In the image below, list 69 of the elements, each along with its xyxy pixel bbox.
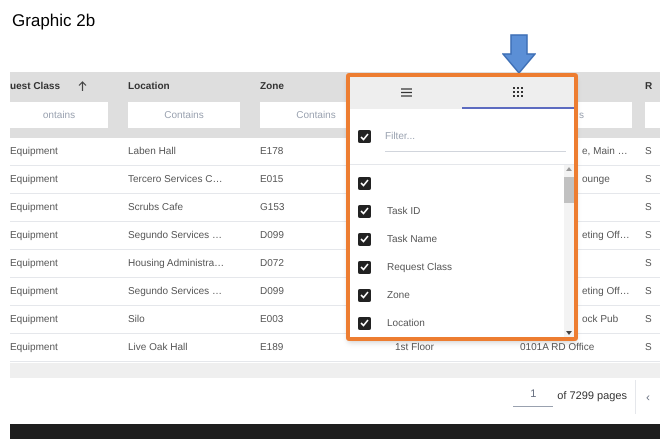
table-cell: ock Pub: [582, 314, 618, 325]
checkbox[interactable]: [358, 130, 371, 143]
table-cell: D072: [260, 258, 284, 269]
table-cell: E189: [260, 342, 284, 353]
column-header[interactable]: R: [645, 78, 652, 94]
table-cell: 0101A RD Office: [520, 342, 594, 353]
column-header[interactable]: Location: [128, 78, 170, 94]
scrollbar-thumb[interactable]: [564, 177, 574, 203]
table-cell: Segundo Services …: [128, 286, 222, 297]
table-cell: G153: [260, 202, 284, 213]
table-cell: S: [645, 146, 652, 157]
table-cell: Equipment: [10, 230, 58, 241]
vertical-scrollbar[interactable]: [564, 165, 574, 337]
checkbox[interactable]: [358, 232, 371, 246]
filter-input[interactable]: [645, 102, 660, 128]
checkbox[interactable]: [358, 204, 371, 218]
column-option[interactable]: Task Name: [387, 232, 438, 246]
scroll-up-icon[interactable]: [566, 167, 572, 171]
table-cell: Equipment: [10, 314, 58, 325]
table-cell: Equipment: [10, 174, 58, 185]
column-option[interactable]: Request Class: [387, 260, 452, 274]
table-cell: S: [645, 174, 652, 185]
caption: Graphic 2b: [12, 10, 96, 32]
column-option[interactable]: Location: [387, 316, 425, 330]
table-cell: ounge: [582, 174, 610, 185]
page-input[interactable]: 1: [513, 386, 554, 407]
table-cell: S: [645, 342, 652, 353]
table-cell: 1st Floor: [395, 342, 434, 353]
column-option[interactable]: Task ID: [387, 204, 420, 218]
table-cell: Equipment: [10, 258, 58, 269]
checkbox[interactable]: [358, 176, 371, 190]
previous-page-button[interactable]: ‹: [636, 388, 660, 406]
scroll-down-icon[interactable]: [566, 331, 572, 335]
down-arrow-icon: [502, 34, 536, 74]
menu-icon: [400, 88, 412, 96]
checkbox[interactable]: [358, 316, 371, 330]
table-cell: S: [645, 258, 652, 269]
column-header[interactable]: Zone: [260, 78, 284, 94]
table-cell: Equipment: [10, 202, 58, 213]
table-cell: D099: [260, 230, 284, 241]
grid-icon: [513, 87, 523, 97]
column-option[interactable]: Zone: [387, 288, 410, 302]
table-cell: Housing Administra…: [128, 258, 224, 269]
table-cell: e, Main …: [582, 146, 628, 157]
table-cell: S: [645, 202, 652, 213]
table-cell: Scrubs Cafe: [128, 202, 184, 213]
sort-arrow-icon[interactable]: [78, 81, 88, 92]
table-cell: E178: [260, 146, 284, 157]
table-cell: Equipment: [10, 342, 58, 353]
table-cell: eting Off…: [582, 286, 630, 297]
table-cell: Silo: [128, 314, 145, 325]
table-cell: E003: [260, 314, 284, 325]
table-cell: eting Off…: [582, 230, 630, 241]
table-cell: Tercero Services C…: [128, 174, 222, 185]
table-cell: E015: [260, 174, 284, 185]
table-cell: S: [645, 230, 652, 241]
filter-input[interactable]: Filter...: [385, 122, 566, 152]
table-cell: Laben Hall: [128, 146, 176, 157]
checkbox[interactable]: [358, 288, 371, 302]
column-header[interactable]: uest Class: [10, 78, 60, 94]
checkbox[interactable]: [358, 260, 371, 274]
table-cell: Equipment: [10, 286, 58, 297]
table-cell: S: [645, 286, 652, 297]
table-cell: Equipment: [10, 146, 58, 157]
table-cell: D099: [260, 286, 284, 297]
table-cell: Segundo Services …: [128, 230, 222, 241]
table-cell: S: [645, 314, 652, 325]
page-count: of 7299 pages: [557, 389, 628, 404]
table-cell: Live Oak Hall: [128, 342, 188, 353]
